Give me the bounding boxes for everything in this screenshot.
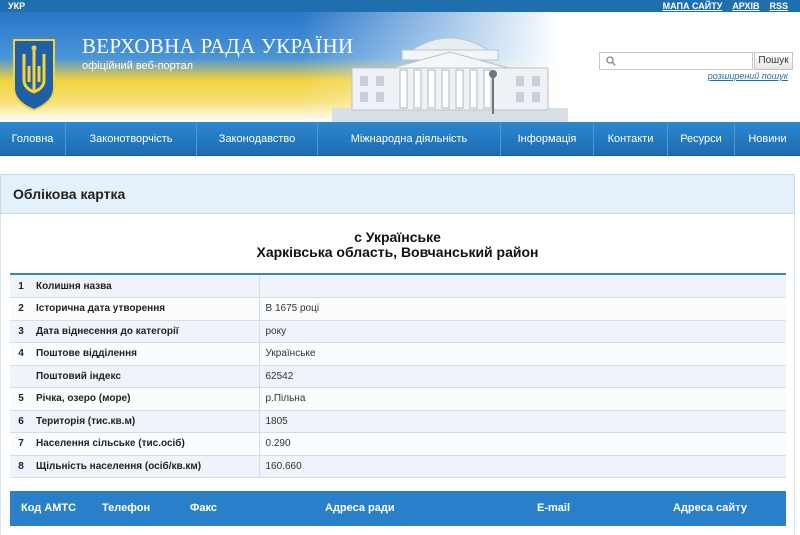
table-row: 4 Поштове відділення Українське [10, 342, 786, 366]
table-row: 5 Річка, озеро (море) р.Пільна [10, 387, 786, 411]
row-value: 62542 [259, 365, 786, 388]
top-links: МАПА САЙТУ АРХІВ RSS [663, 0, 788, 12]
row-label: Поштовий індекс [32, 365, 260, 388]
row-number [10, 365, 32, 388]
table-row: 8 Щільність населення (осіб/кв.км) 160.6… [10, 455, 786, 478]
row-value: р.Пільна [259, 387, 786, 411]
table-row: 6 Територія (тис.кв.м) 1805 [10, 410, 786, 433]
row-label: Дата віднесення до категорії [32, 320, 260, 343]
nav-item-information[interactable]: Інформація [501, 122, 594, 156]
row-value: 0.290 [259, 432, 786, 456]
advanced-search-link[interactable]: розширений пошук [708, 71, 788, 81]
search-button[interactable]: Пошук [754, 52, 793, 70]
row-label: Річка, озеро (море) [32, 387, 260, 411]
row-number: 6 [10, 410, 32, 433]
table-row: 3 Дата віднесення до категорії року [10, 320, 786, 343]
table-row: 1 Колишня назва [10, 275, 786, 298]
row-value: В 1675 році [259, 297, 786, 321]
site-header: ВЕРХОВНА РАДА УКРАЇНИ офіційний веб-порт… [0, 12, 800, 122]
table-row: Поштовий індекс 62542 [10, 365, 786, 388]
parliament-building-image [332, 37, 568, 122]
row-number: 2 [10, 297, 32, 321]
coat-of-arms-icon[interactable] [10, 36, 58, 112]
settlement-name: с Українське [354, 229, 441, 245]
row-number: 1 [10, 275, 32, 298]
language-switch[interactable]: УКР [8, 0, 25, 12]
row-label: Історична дата утворення [32, 297, 260, 321]
nav-item-lawmaking[interactable]: Законотворчість [66, 122, 197, 156]
nav-item-news[interactable]: Новини [735, 122, 800, 156]
site-title[interactable]: ВЕРХОВНА РАДА УКРАЇНИ [82, 34, 353, 59]
page-title: Облікова картка [13, 186, 126, 202]
col-header-phone: Телефон [102, 502, 151, 514]
row-label: Територія (тис.кв.м) [32, 410, 260, 433]
info-table: 1 Колишня назва 2 Історична дата утворен… [10, 275, 786, 478]
sitemap-link[interactable]: МАПА САЙТУ [663, 0, 723, 12]
site-subtitle: офіційний веб-портал [82, 60, 193, 72]
table-row: 2 Історична дата утворення В 1675 році [10, 297, 786, 321]
rss-link[interactable]: RSS [769, 0, 788, 12]
nav-item-contacts[interactable]: Контакти [594, 122, 668, 156]
row-value: 160.660 [259, 455, 786, 478]
nav-item-resources[interactable]: Ресурси [668, 122, 735, 156]
row-number: 4 [10, 342, 32, 366]
nav-item-international[interactable]: Міжнародна діяльність [318, 122, 501, 156]
col-header-website: Адреса сайту [673, 502, 747, 514]
archive-link[interactable]: АРХІВ [732, 0, 759, 12]
col-header-email: E-mail [537, 502, 571, 514]
row-value: 1805 [259, 410, 786, 433]
row-label: Поштове відділення [32, 342, 260, 366]
search-icon [606, 56, 616, 66]
row-number: 3 [10, 320, 32, 343]
table-row: 7 Населення сільське (тис.осіб) 0.290 [10, 432, 786, 456]
settlement-region: Харківська область, Вовчанський район [256, 244, 539, 260]
row-label: Колишня назва [32, 275, 260, 298]
col-header-address: Адреса ради [325, 502, 395, 514]
main-nav: Головна Законотворчість Законодавство Мі… [0, 122, 800, 156]
row-number: 8 [10, 455, 32, 478]
nav-item-home[interactable]: Головна [0, 122, 66, 156]
row-value: року [259, 320, 786, 343]
row-number: 7 [10, 432, 32, 456]
search-input[interactable] [620, 53, 750, 69]
contacts-header: Код АМТС Телефон Факс Адреса ради E-mail… [10, 491, 786, 526]
row-value [259, 275, 786, 298]
row-value: Українське [259, 342, 786, 366]
card-header: Облікова картка [0, 174, 795, 214]
row-label: Щільність населення (осіб/кв.км) [32, 455, 260, 478]
nav-item-legislation[interactable]: Законодавство [197, 122, 318, 156]
col-header-code: Код АМТС [21, 502, 77, 514]
search-box[interactable] [599, 52, 753, 70]
top-bar: УКР МАПА САЙТУ АРХІВ RSS [0, 0, 800, 12]
row-number: 5 [10, 387, 32, 411]
row-label: Населення сільське (тис.осіб) [32, 432, 260, 456]
col-header-fax: Факс [190, 502, 217, 514]
